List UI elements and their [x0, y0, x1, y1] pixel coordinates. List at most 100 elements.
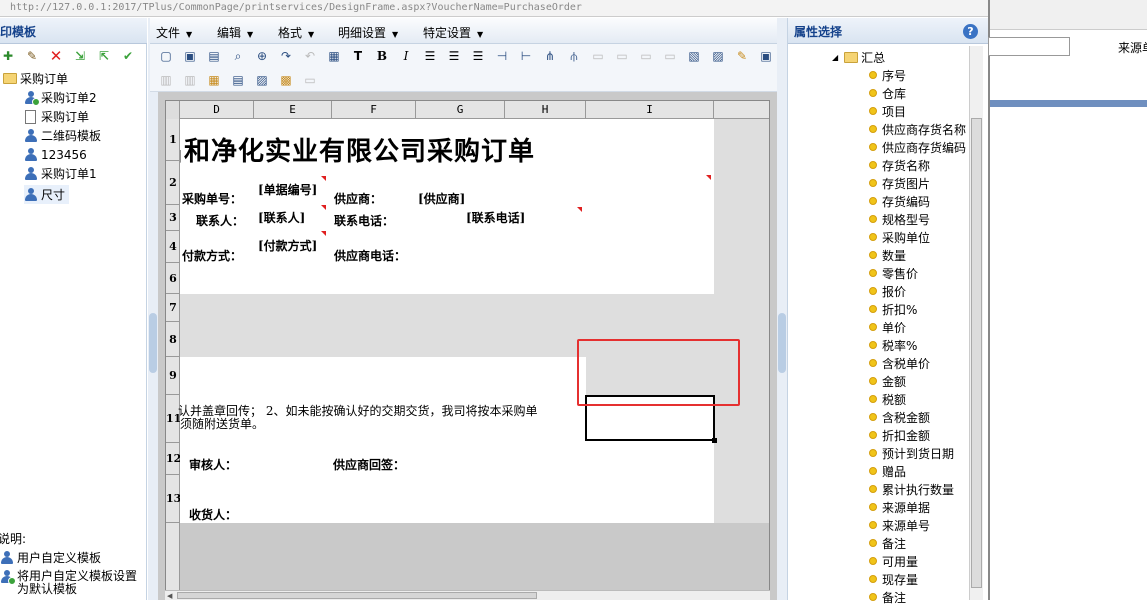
insert-column-icon[interactable]: ▥: [182, 72, 198, 88]
address-bar[interactable]: http://127.0.0.1:2017/TPlus/CommonPage/p…: [0, 0, 988, 17]
fill-handle[interactable]: [712, 438, 717, 443]
collapse-icon[interactable]: ◢: [832, 53, 838, 62]
disabled-tool-icon[interactable]: ▭: [302, 72, 318, 88]
import-icon[interactable]: ⇲: [72, 48, 88, 64]
terms-note[interactable]: 认并盖章回传； 2、如未能按确认好的交期交货，我司将按本采购单 须随附送货单。: [178, 405, 539, 431]
splitter-grip[interactable]: [778, 313, 786, 373]
tree-item[interactable]: 123456: [24, 145, 87, 164]
column-header[interactable]: E: [254, 101, 332, 119]
property-item[interactable]: 现存量: [869, 570, 918, 588]
zoom-icon[interactable]: ⊕: [254, 48, 270, 64]
corner-cell[interactable]: [166, 101, 180, 119]
property-item[interactable]: 供应商存货名称: [869, 120, 966, 138]
row-header[interactable]: 8: [166, 322, 180, 357]
split-column-icon[interactable]: ⫛: [566, 48, 582, 64]
tree-root[interactable]: 采购订单: [3, 69, 68, 88]
new-template-icon[interactable]: ✚: [0, 48, 16, 64]
align-right-icon[interactable]: ☰: [470, 48, 486, 64]
align-left-icon[interactable]: ☰: [422, 48, 438, 64]
property-item[interactable]: 备注: [869, 588, 906, 606]
insert-row-icon[interactable]: ▥: [158, 72, 174, 88]
property-item[interactable]: 税额: [869, 390, 906, 408]
split-icon[interactable]: ⋔: [542, 48, 558, 64]
row-header[interactable]: 12: [166, 443, 180, 475]
property-item[interactable]: 存货图片: [869, 174, 930, 192]
background-input[interactable]: [988, 37, 1070, 56]
row-header[interactable]: 4: [166, 231, 180, 263]
phone-field[interactable]: [联系电话]: [466, 209, 525, 226]
property-item[interactable]: 来源单据: [869, 498, 930, 516]
reviewer-label[interactable]: 审核人：: [189, 456, 237, 473]
property-item[interactable]: 含税金额: [869, 408, 930, 426]
supplier-field[interactable]: [供应商]: [418, 190, 465, 207]
tree-item[interactable]: 采购订单2: [24, 88, 97, 107]
scroll-left-icon[interactable]: ◀: [167, 592, 172, 600]
vertical-scrollbar[interactable]: [969, 46, 983, 600]
property-item[interactable]: 单价: [869, 318, 906, 336]
property-item[interactable]: 仓库: [869, 84, 906, 102]
right-splitter[interactable]: [777, 18, 787, 600]
menu-edit[interactable]: 编辑 ▼: [217, 24, 253, 41]
column-header[interactable]: H: [505, 101, 586, 119]
property-item[interactable]: 折扣金额: [869, 426, 930, 444]
property-item[interactable]: 项目: [869, 102, 906, 120]
help-icon[interactable]: ?: [963, 24, 978, 39]
tree-item[interactable]: 采购订单: [24, 107, 89, 126]
undo-icon[interactable]: ↶: [302, 48, 318, 64]
insert-field-icon[interactable]: ▧: [686, 48, 702, 64]
print-preview-icon[interactable]: ▤: [206, 48, 222, 64]
property-item[interactable]: 存货编码: [869, 192, 930, 210]
format-painter-icon[interactable]: ▦: [326, 48, 342, 64]
image-icon[interactable]: ▨: [254, 72, 270, 88]
splitter-grip[interactable]: [149, 313, 157, 373]
property-item[interactable]: 累计执行数量: [869, 480, 954, 498]
border-none-icon[interactable]: ▭: [662, 48, 678, 64]
menu-detail-settings[interactable]: 明细设置 ▼: [338, 24, 398, 41]
property-item[interactable]: 来源单号: [869, 516, 930, 534]
align-center-icon[interactable]: ☰: [446, 48, 462, 64]
border-outer-icon[interactable]: ▭: [638, 48, 654, 64]
property-item[interactable]: 序号: [869, 66, 906, 84]
property-item[interactable]: 可用量: [869, 552, 918, 570]
row-header[interactable]: 2: [166, 161, 180, 205]
new-icon[interactable]: ▢: [158, 48, 174, 64]
property-item[interactable]: 采购单位: [869, 228, 930, 246]
property-group[interactable]: ◢ 汇总: [832, 49, 885, 66]
export-icon[interactable]: ⇱: [96, 48, 112, 64]
property-item[interactable]: 供应商存货编码: [869, 138, 966, 156]
property-item[interactable]: 折扣%: [869, 300, 917, 318]
delete-field-icon[interactable]: ▨: [710, 48, 726, 64]
edit-template-icon[interactable]: ✎: [24, 48, 40, 64]
phone-label[interactable]: 联系电话：: [334, 212, 394, 229]
property-item[interactable]: 金额: [869, 372, 906, 390]
properties-icon[interactable]: ▣: [758, 48, 774, 64]
save-icon[interactable]: ▣: [182, 48, 198, 64]
order-no-label[interactable]: 采购单号：: [182, 190, 242, 207]
italic-icon[interactable]: I: [398, 48, 414, 64]
column-i-area[interactable]: [714, 119, 769, 523]
supplier-label[interactable]: 供应商：: [334, 190, 382, 207]
menu-format[interactable]: 格式 ▼: [278, 24, 314, 41]
border-icon[interactable]: ▭: [590, 48, 606, 64]
property-item[interactable]: 赠品: [869, 462, 906, 480]
supplier-phone-label[interactable]: 供应商电话：: [334, 247, 406, 264]
property-item[interactable]: 预计到货日期: [869, 444, 954, 462]
text-icon[interactable]: T: [350, 48, 366, 64]
document-title[interactable]: 昌和净化实业有限公司采购订单: [180, 131, 558, 168]
contact-label[interactable]: 联系人：: [196, 212, 244, 229]
menu-special-settings[interactable]: 特定设置 ▼: [423, 24, 483, 41]
receiver-label[interactable]: 收货人：: [189, 506, 237, 523]
horizontal-scrollbar[interactable]: ◀: [165, 590, 770, 600]
column-header[interactable]: F: [332, 101, 416, 119]
table-icon[interactable]: ▦: [206, 72, 222, 88]
column-header[interactable]: I: [586, 101, 714, 119]
tree-item-selected[interactable]: 尺寸: [24, 185, 70, 204]
menu-file[interactable]: 文件 ▼: [156, 24, 192, 41]
scrollbar-thumb[interactable]: [177, 592, 537, 599]
edit-cell-icon[interactable]: ✎: [734, 48, 750, 64]
delete-icon[interactable]: ✕: [48, 47, 64, 65]
column-header[interactable]: G: [416, 101, 505, 119]
row-header[interactable]: 13: [166, 475, 180, 523]
border-all-icon[interactable]: ▭: [614, 48, 630, 64]
find-icon[interactable]: ⌕: [230, 48, 246, 64]
